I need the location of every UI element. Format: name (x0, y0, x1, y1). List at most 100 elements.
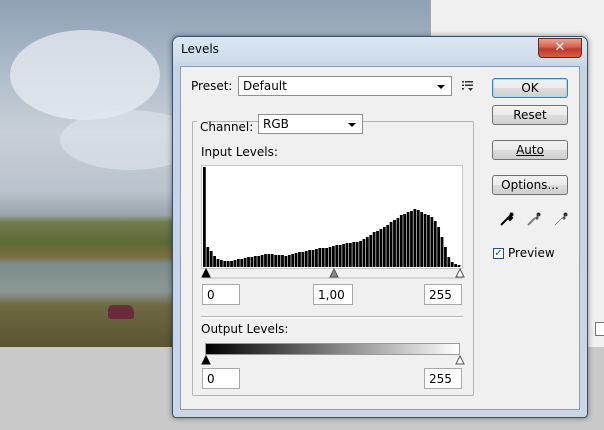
histogram-bar (406, 212, 410, 267)
histogram-bar (287, 255, 291, 267)
histogram-bar (226, 261, 230, 267)
histogram-bar (206, 247, 210, 267)
chevron-down-icon (348, 123, 356, 127)
output-levels-label: Output Levels: (201, 322, 289, 336)
histogram-bar (332, 246, 335, 267)
histogram-bar (247, 257, 250, 267)
black-point-eyedropper-icon[interactable] (499, 211, 515, 227)
histogram-bar (416, 210, 420, 267)
histogram-bar (243, 258, 247, 267)
reset-button[interactable]: Reset (492, 105, 568, 125)
preset-dropdown[interactable]: Default (238, 76, 452, 96)
cloud-shape (10, 30, 160, 120)
auto-button[interactable]: Auto (492, 140, 568, 160)
histogram-bar (335, 245, 339, 267)
histogram-bar (291, 254, 295, 267)
histogram-bar (342, 244, 345, 267)
histogram-bar (359, 241, 362, 267)
ok-button[interactable]: OK (492, 78, 568, 98)
histogram-bar (382, 227, 386, 267)
histogram-bar (352, 242, 356, 267)
histogram-bar (281, 255, 284, 267)
histogram-bar (345, 243, 349, 267)
histogram-bar (240, 259, 244, 267)
channel-dropdown[interactable]: RGB (258, 114, 363, 134)
histogram-bar (457, 265, 461, 267)
input-white-field[interactable]: 255 (424, 284, 462, 305)
output-white-slider-handle[interactable] (455, 355, 465, 365)
histogram-bar (447, 257, 451, 267)
histogram-bar (253, 256, 257, 267)
section-divider (201, 316, 463, 318)
histogram-bar (230, 261, 233, 267)
histogram-bar (294, 253, 298, 267)
output-white-field[interactable]: 255 (424, 368, 462, 389)
input-gamma-field[interactable]: 1,00 (313, 284, 353, 305)
histogram-bar (444, 247, 447, 267)
histogram-bar (396, 218, 400, 267)
histogram-bar (311, 250, 315, 267)
histogram-bar (257, 256, 261, 267)
input-levels-label: Input Levels: (201, 145, 278, 159)
histogram-bar (216, 259, 220, 267)
histogram-bar (209, 251, 213, 267)
preview-label: Preview (508, 246, 555, 260)
histogram-bar (410, 211, 413, 267)
histogram-bar (274, 255, 278, 267)
histogram-bar (233, 260, 237, 267)
options-button[interactable]: Options... (492, 175, 568, 195)
input-gamma-slider-handle[interactable] (329, 268, 339, 278)
histogram-bar (437, 227, 441, 267)
chevron-down-icon (437, 85, 445, 89)
histogram-bar (213, 256, 216, 267)
histogram-bar (298, 252, 301, 267)
histogram-bar (284, 256, 288, 267)
car-shape (108, 305, 134, 319)
histogram-bar (450, 262, 454, 267)
histogram-bar (372, 232, 376, 267)
histogram-bar (427, 215, 430, 267)
histogram (201, 165, 463, 269)
histogram-bar (362, 239, 366, 267)
preset-options-icon[interactable] (462, 80, 474, 92)
histogram-bar (219, 260, 223, 267)
histogram-bar (301, 252, 305, 267)
workspace-edge-button (595, 322, 604, 336)
channel-value: RGB (263, 117, 289, 131)
histogram-bar (308, 250, 312, 267)
preview-checkbox[interactable]: ✓ (493, 248, 504, 259)
input-black-field[interactable]: 0 (202, 284, 240, 305)
close-icon: ✕ (554, 40, 566, 55)
preset-label: Preset: (191, 79, 233, 93)
white-point-eyedropper-icon[interactable] (553, 211, 569, 227)
input-white-slider-handle[interactable] (455, 268, 465, 278)
output-black-field[interactable]: 0 (202, 368, 240, 389)
gray-point-eyedropper-icon[interactable] (526, 211, 542, 227)
dialog-client-area: Preset: Default Channel: RGB Input Level… (180, 66, 580, 410)
histogram-bar (420, 212, 424, 267)
preset-value: Default (243, 79, 287, 93)
histogram-bar (325, 248, 328, 267)
histogram-bar (376, 231, 379, 267)
close-button[interactable]: ✕ (538, 38, 582, 58)
histogram-bar (250, 257, 254, 267)
histogram-bar (365, 237, 369, 267)
histogram-bar (399, 215, 403, 267)
histogram-bar (223, 261, 227, 267)
output-gradient-bar (205, 343, 460, 355)
histogram-bar (369, 235, 373, 267)
input-black-slider-handle[interactable] (201, 268, 211, 278)
levels-dialog: Levels ✕ Preset: Default Channel: RGB In… (172, 36, 588, 418)
output-black-slider-handle[interactable] (201, 355, 211, 365)
preset-options-icon-graphic (462, 81, 473, 91)
histogram-bar (264, 254, 267, 267)
histogram-bar (430, 217, 434, 267)
histogram-bar (267, 254, 271, 267)
histogram-bar (315, 249, 318, 267)
histogram-bar (393, 220, 396, 267)
histogram-bar (423, 214, 427, 267)
channel-label: Channel: (200, 120, 254, 134)
histogram-bar (277, 255, 281, 267)
histogram-bar (304, 251, 308, 267)
histogram-bar (413, 209, 417, 267)
